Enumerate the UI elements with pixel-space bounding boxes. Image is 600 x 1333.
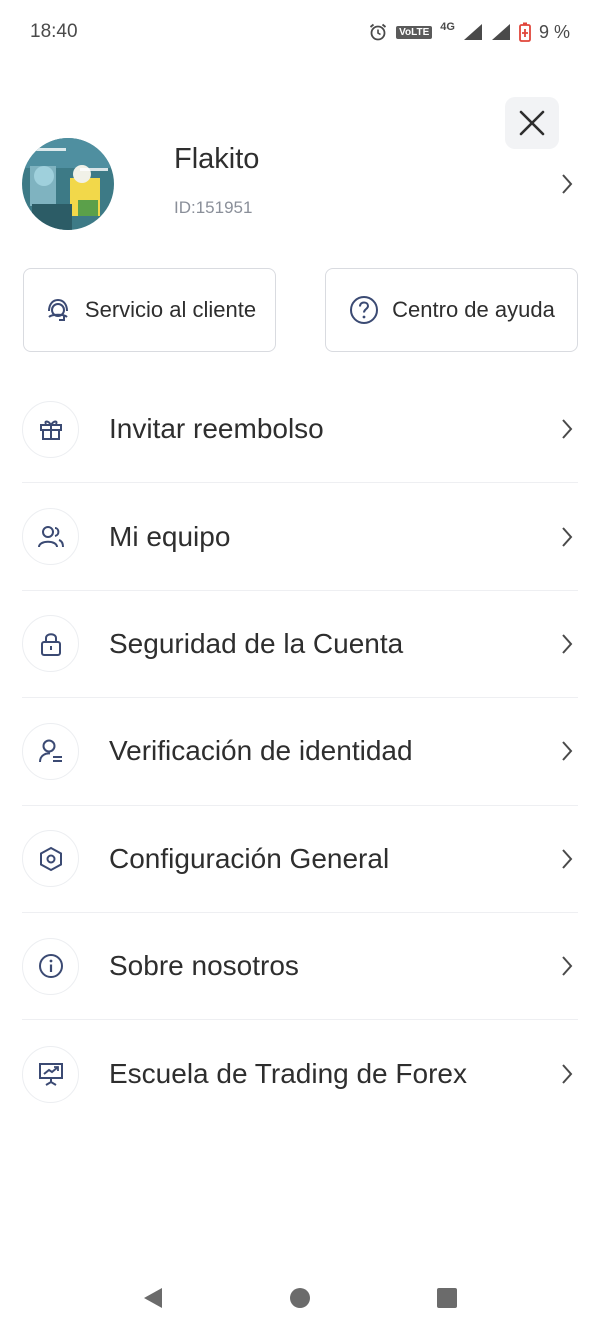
alarm-icon [370, 23, 387, 41]
home-circle-icon [289, 1287, 310, 1308]
chevron-right-icon [562, 1064, 573, 1084]
chevron-right-icon [562, 174, 573, 194]
home-button[interactable] [289, 1287, 311, 1309]
menu-label: Escuela de Trading de Forex [109, 1058, 467, 1090]
presentation-chart-icon [38, 1063, 63, 1086]
network-type: 4G [440, 21, 455, 33]
system-navigation-bar [0, 1262, 600, 1333]
menu-icon-circle [22, 508, 79, 566]
chevron-right-icon [562, 741, 573, 762]
signal-icon [463, 24, 482, 40]
avatar[interactable] [22, 138, 114, 230]
team-icon [37, 525, 64, 547]
status-time: 18:40 [30, 21, 78, 42]
status-icons: VoLTE 4G 9 % [368, 21, 570, 43]
close-icon [519, 110, 545, 136]
menu-icon-circle [22, 615, 79, 673]
status-bar: 18:40 VoLTE 4G 9 % [0, 0, 600, 64]
chevron-right-icon [562, 849, 573, 869]
customer-service-button[interactable]: Servicio al cliente [23, 268, 276, 352]
menu-item-identity-verification[interactable]: Verificación de identidad [22, 698, 578, 806]
menu-item-about-us[interactable]: Sobre nosotros [22, 913, 578, 1021]
menu-label: Mi equipo [109, 520, 231, 552]
menu-label: Seguridad de la Cuenta [109, 627, 404, 659]
menu-icon-circle [22, 722, 79, 780]
menu-label: Configuración General [109, 842, 390, 874]
profile-id: ID:151951 [174, 197, 253, 217]
menu-item-forex-school[interactable]: Escuela de Trading de Forex [22, 1020, 578, 1127]
profile-info: Flakito ID:151951 [174, 143, 560, 218]
help-icon [350, 296, 379, 324]
customer-service-label: Servicio al cliente [84, 297, 257, 322]
chevron-right-icon [562, 526, 573, 547]
menu-item-invite-refund[interactable]: Invitar reembolso [22, 376, 578, 484]
user-verify-icon [38, 739, 62, 763]
profile-header[interactable]: Flakito ID:151951 [22, 136, 578, 232]
menu-icon-circle [22, 400, 79, 458]
back-button[interactable] [142, 1286, 164, 1310]
battery-percentage: 9 % [538, 21, 570, 42]
menu-label: Sobre nosotros [109, 950, 299, 982]
help-center-button[interactable]: Centro de ayuda [325, 268, 578, 352]
help-center-label: Centro de ayuda [392, 297, 555, 322]
chevron-right-icon [562, 419, 573, 439]
profile-name: Flakito [174, 142, 260, 175]
menu-list: Invitar reembolso Mi equipo Seguridad de… [22, 376, 578, 1128]
menu-icon-circle [22, 830, 79, 888]
battery-icon [519, 22, 531, 42]
menu-label: Verificación de identidad [109, 735, 413, 767]
menu-icon-circle [22, 1045, 79, 1103]
back-triangle-icon [144, 1287, 163, 1308]
volte-badge: VoLTE [396, 25, 433, 39]
chevron-right-icon [562, 634, 573, 654]
menu-item-my-team[interactable]: Mi equipo [22, 483, 578, 591]
recents-button[interactable] [436, 1287, 458, 1309]
menu-label: Invitar reembolso [109, 413, 324, 445]
headset-icon [47, 298, 68, 321]
signal-icon-2 [491, 24, 510, 40]
avatar-image [22, 138, 114, 230]
lock-icon [40, 633, 61, 656]
menu-item-general-settings[interactable]: Configuración General [22, 806, 578, 913]
menu-icon-circle [22, 937, 79, 995]
hexagon-settings-icon [39, 846, 62, 871]
chevron-right-icon [562, 956, 573, 976]
gift-icon [39, 420, 62, 441]
recents-square-icon [436, 1287, 457, 1308]
menu-item-account-security[interactable]: Seguridad de la Cuenta [22, 591, 578, 699]
info-icon [38, 954, 63, 979]
